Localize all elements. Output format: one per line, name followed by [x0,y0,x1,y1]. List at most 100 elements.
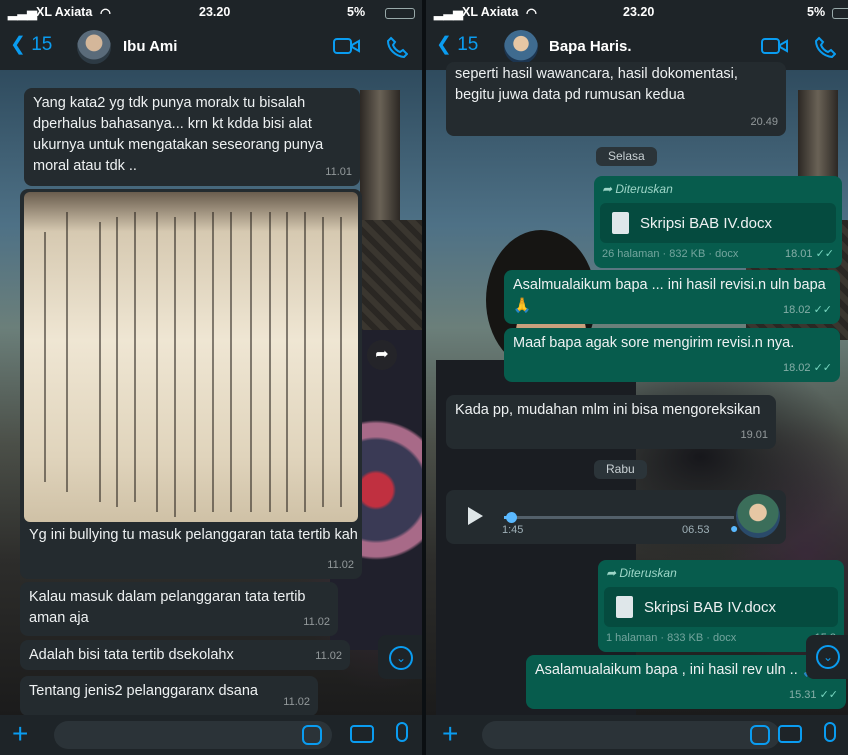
plus-attach-icon[interactable]: + [442,719,458,749]
message-text: Maaf bapa agak sore mengirim revisi.n ny… [513,335,795,351]
carrier-label: XL Axiata [462,5,519,19]
avatar[interactable] [77,30,111,64]
contact-name[interactable]: Ibu Ami [123,38,177,55]
clock: 23.20 [623,5,655,19]
chat-header: ❮ 15 Ibu Ami [0,26,422,70]
message-time: 11.02 [283,696,310,708]
message-text: Yg ini bullying tu masuk pelanggaran tat… [29,527,358,543]
forwarded-document-message[interactable]: ➦ Diteruskan Skripsi BAB IV.docx 26 hala… [594,176,842,268]
document-meta: 26 halaman · 832 KB · docx [602,248,739,260]
carrier-label: XL Axiata [36,5,93,19]
clock: 23.20 [199,5,231,19]
message-time: 11.02 [327,559,354,571]
message-text: Kada pp, mudahan mlm ini bisa mengoreksi… [455,402,761,418]
signal-icon: ▂▃▅ [8,6,37,20]
read-receipt-icon: ✓✓ [813,362,832,374]
audio-scrubber[interactable] [505,512,517,523]
message-time: 11.02 [303,616,330,628]
message-text: Tentang jenis2 pelanggaranx dsana [29,683,258,699]
document-attachment[interactable]: Skripsi BAB IV.docx [604,587,838,627]
message-time: 11.01 [325,166,352,178]
read-receipt-icon: ✓✓ [813,304,832,316]
voice-message[interactable]: 1:45 06.53 ● [446,490,786,544]
document-icon [616,596,633,618]
play-icon[interactable] [468,507,483,525]
voice-sender-avatar [736,494,780,538]
read-receipt-icon: ✓✓ [819,689,838,701]
message-incoming[interactable]: Tentang jenis2 pelanggaranx dsana 11.02 [20,676,318,716]
message-text: seperti hasil wawancara, hasil dokomenta… [455,66,738,103]
battery-percent: 5% [347,5,366,19]
message-time: 18.02 ✓✓ [783,300,832,321]
forwarded-text: Diteruskan [619,566,677,580]
screenshot: ▂▃▅ XL Axiata ◠ 23.20 5% ❮ 15 Ibu Ami Ya… [0,0,848,755]
message-incoming[interactable]: seperti hasil wawancara, hasil dokomenta… [446,62,786,136]
battery-icon [385,8,415,19]
message-text: Yang kata2 yg tdk punya moralx tu bisala… [33,95,324,174]
battery-percent: 5% [807,5,826,19]
date-separator: Selasa [596,147,657,166]
camera-icon[interactable] [350,725,374,743]
photo-document-page[interactable] [24,192,358,522]
message-time: 19.01 [740,429,768,441]
audio-track[interactable] [504,512,734,523]
back-button[interactable]: ❮ 15 [436,33,478,56]
date-separator: Rabu [594,460,647,479]
video-call-icon[interactable] [761,36,789,56]
microphone-icon[interactable] [396,722,408,742]
document-filename: Skripsi BAB IV.docx [640,215,773,232]
contact-name[interactable]: Bapa Haris. [549,38,632,55]
microphone-icon: ● [730,520,739,536]
message-text: Kalau masuk dalam pelanggaran tata terti… [29,589,306,626]
sticker-icon[interactable] [750,725,770,745]
message-text: Asalamualaikum bapa , ini hasil rev uln … [535,662,820,678]
document-attachment[interactable]: Skripsi BAB IV.docx [600,203,836,243]
image-message[interactable]: Yg ini bullying tu masuk pelanggaran tat… [20,189,362,579]
scroll-down-area: ⌄ [378,635,422,679]
forwarded-label: ➦ Diteruskan [602,182,673,196]
composer-bar: + [426,715,848,755]
message-time: 15.31 ✓✓ [789,685,838,706]
message-time: 11.02 [315,650,342,662]
microphone-icon[interactable] [824,722,836,742]
message-time: 18.01 ✓✓ [785,244,834,265]
phone-call-icon[interactable] [814,36,836,58]
unread-count: 15 [31,34,53,55]
message-outgoing[interactable]: Asalmualaikum bapa ... ini hasil revisi.… [504,270,840,324]
sticker-icon[interactable] [302,725,322,745]
wifi-icon: ◠ [100,6,111,20]
message-incoming[interactable]: Adalah bisi tata tertib dsekolahx 11.02 [20,640,350,670]
message-time-value: 15.31 [788,689,817,701]
scroll-down-icon[interactable]: ⌄ [389,646,413,670]
plus-attach-icon[interactable]: + [12,719,28,749]
battery-icon [832,8,848,19]
scroll-down-icon[interactable]: ⌄ [816,645,840,669]
message-time: 20.49 [750,116,778,128]
composer-bar: + [0,715,422,755]
message-input[interactable] [482,721,780,749]
message-outgoing[interactable]: Asalamualaikum bapa , ini hasil rev uln … [526,655,846,709]
message-text: Asalmualaikum bapa ... ini hasil revisi.… [513,277,826,314]
message-outgoing[interactable]: Maaf bapa agak sore mengirim revisi.n ny… [504,328,840,382]
video-call-icon[interactable] [333,36,361,56]
message-incoming[interactable]: Yang kata2 yg tdk punya moralx tu bisala… [24,88,360,186]
forward-share-icon[interactable]: ➦ [367,340,397,370]
message-incoming[interactable]: Kada pp, mudahan mlm ini bisa mengoreksi… [446,395,776,449]
avatar[interactable] [504,30,538,64]
status-bar: ▂▃▅ XL Axiata ◠ 23.20 5% [426,0,848,26]
camera-icon[interactable] [778,725,802,743]
message-text: Adalah bisi tata tertib dsekolahx [29,647,234,663]
signal-icon: ▂▃▅ [434,6,463,20]
message-incoming[interactable]: Kalau masuk dalam pelanggaran tata terti… [20,582,338,636]
read-receipt-icon: ✓✓ [815,248,834,260]
voice-elapsed: 1:45 [502,524,524,536]
message-time-value: 18.02 [782,304,811,316]
back-button[interactable]: ❮ 15 [10,33,52,56]
unread-count: 15 [457,34,479,55]
phone-call-icon[interactable] [386,36,408,58]
wifi-icon: ◠ [526,6,537,20]
document-filename: Skripsi BAB IV.docx [644,599,777,616]
forwarded-text: Diteruskan [615,182,673,196]
document-meta: 1 halaman · 833 KB · docx [606,632,737,644]
message-input[interactable] [54,721,332,749]
